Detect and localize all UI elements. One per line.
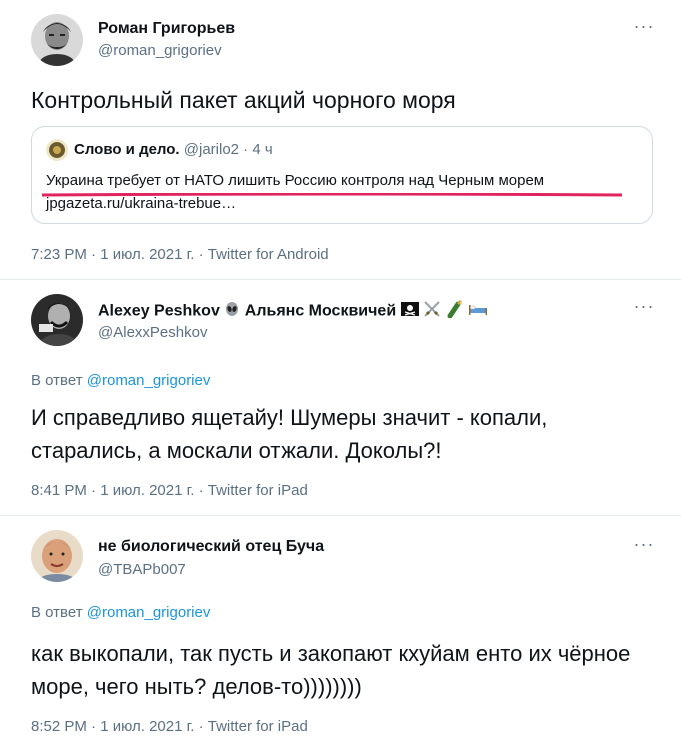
quote-link[interactable]: jpgazeta.ru/ukraina-trebue… [46, 195, 236, 212]
reply-mention[interactable]: @roman_grigoriev [87, 372, 211, 389]
more-icon[interactable]: ··· [633, 535, 655, 553]
author-name[interactable]: не биологический отец Буча [98, 538, 324, 556]
champagne-icon [446, 299, 464, 323]
reply-mention[interactable]: @roman_grigoriev [87, 604, 211, 621]
tweet-text: как выкопали, так пусть и закопают кхуйа… [31, 641, 631, 699]
author-handle[interactable]: @roman_grigoriev [98, 42, 222, 59]
tweet-text: И справедливо ящетайу! Шумеры значит - к… [31, 405, 548, 463]
author-name[interactable]: Alexey Peshkov Альянс Москвичей [98, 299, 488, 323]
reply-prefix: В ответ [31, 604, 83, 621]
avatar[interactable] [31, 530, 83, 582]
tweet-text: Контрольный пакет акций чорного моря [31, 87, 456, 113]
quote-header: Слово и дело. @jarilo2 · 4 ч [74, 141, 273, 158]
reply-prefix: В ответ [31, 372, 83, 389]
more-icon[interactable]: ··· [633, 297, 655, 315]
author-name-suffix: Альянс Москвичей [244, 302, 397, 320]
author-name[interactable]: Роман Григорьев [98, 20, 235, 38]
tweet-meta[interactable]: 7:23 PM · 1 июл. 2021 г. · Twitter for A… [31, 246, 329, 263]
tweet-meta[interactable]: 8:41 PM · 1 июл. 2021 г. · Twitter for i… [31, 482, 308, 499]
more-icon[interactable]: ··· [633, 17, 655, 35]
pirate-flag-icon [400, 302, 419, 321]
quote-text: Украина требует от НАТО лишить Россию ко… [46, 172, 545, 189]
tweet-alexey-peshkov[interactable]: Alexey Peshkov Альянс Москвичей @AlexxPe… [0, 280, 681, 515]
crossed-swords-icon [423, 300, 441, 323]
tweet-roman-grigoriev[interactable]: Роман Григорьев @roman_grigoriev ··· Кон… [0, 0, 681, 279]
quoted-tweet[interactable]: Слово и дело. @jarilo2 · 4 ч Украина тре… [31, 126, 653, 224]
tweet-meta[interactable]: 8:52 PM · 1 июл. 2021 г. · Twitter for i… [31, 718, 308, 735]
alien-icon [224, 301, 240, 322]
author-handle[interactable]: @AlexxPeshkov [98, 324, 207, 341]
author-handle[interactable]: @TBAPb007 [98, 561, 186, 578]
reply-to: В ответ @roman_grigoriev [31, 372, 210, 389]
quote-avatar [46, 139, 68, 161]
quote-author-name: Слово и дело. [74, 141, 180, 158]
avatar[interactable] [31, 14, 83, 66]
avatar[interactable] [31, 294, 83, 346]
quote-handle-time: @jarilo2 · 4 ч [183, 141, 273, 158]
author-name-text: Alexey Peshkov [98, 302, 220, 320]
tweet-tbapb007[interactable]: не биологический отец Буча @TBAPb007 ···… [0, 516, 681, 752]
bed-icon [468, 302, 488, 321]
reply-to: В ответ @roman_grigoriev [31, 604, 210, 621]
